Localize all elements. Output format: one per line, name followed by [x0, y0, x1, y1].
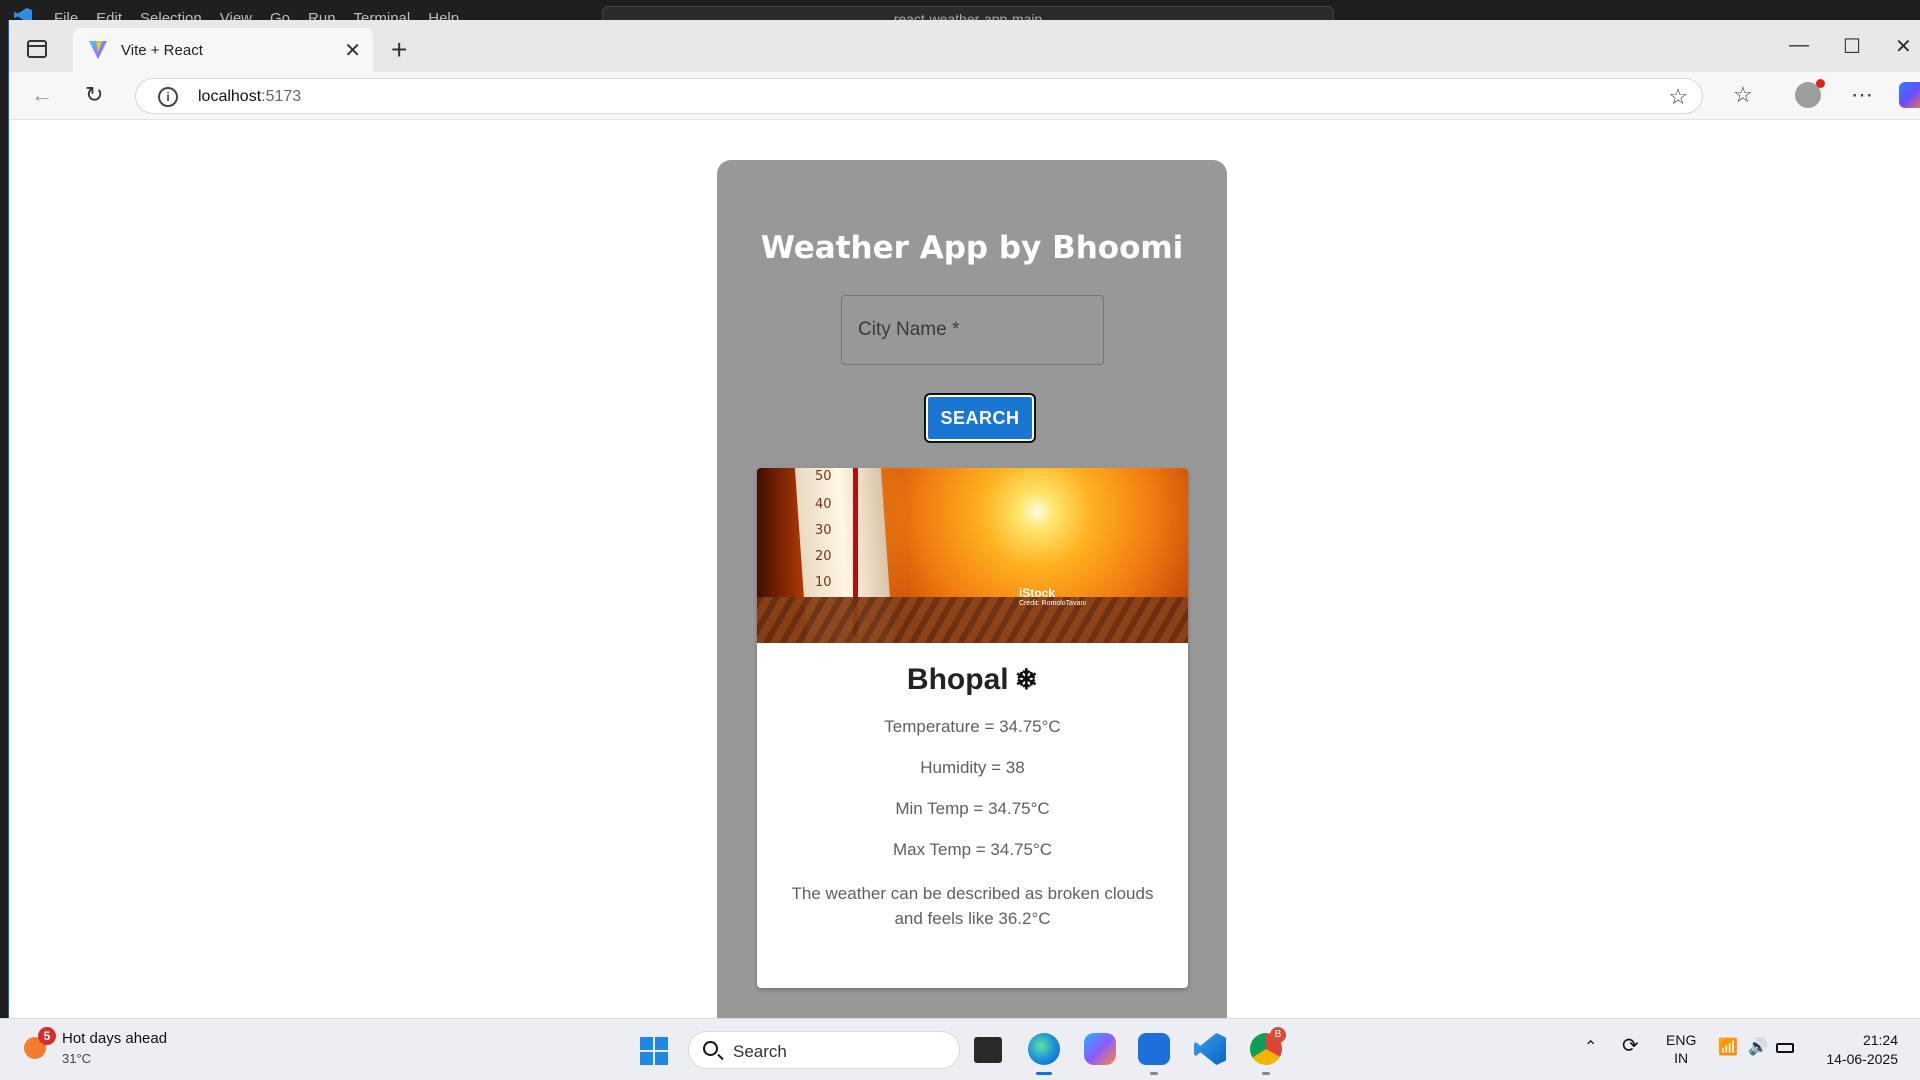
- page-viewport: Weather App by Bhoomi SEARCH 50 40 30 20…: [9, 120, 1920, 1018]
- browser-tab[interactable]: Vite + React ✕: [73, 28, 373, 72]
- taskbar: 5 Hot days ahead 31°C Search B ⌃ ⟳ ENG I…: [0, 1018, 1920, 1080]
- app-title: Weather App by Bhoomi: [760, 230, 1184, 266]
- wifi-icon[interactable]: 📶: [1718, 1037, 1738, 1057]
- close-window-button[interactable]: ✕: [1895, 34, 1912, 59]
- thermometer-tick: 10: [815, 575, 832, 590]
- copilot-app-icon[interactable]: [1084, 1033, 1116, 1065]
- vscode-taskbar-icon[interactable]: [1194, 1033, 1226, 1065]
- task-view-icon[interactable]: [974, 1037, 1002, 1063]
- min-temp-text: Min Temp = 34.75°C: [895, 799, 1050, 818]
- favorites-icon[interactable]: ☆: [1733, 82, 1753, 108]
- input-language[interactable]: ENG IN: [1666, 1031, 1696, 1067]
- chat-app-icon[interactable]: [1138, 1033, 1170, 1075]
- tab-actions-icon[interactable]: [27, 40, 47, 58]
- cracked-ground-graphic: [757, 597, 1188, 643]
- clock[interactable]: 21:24 14-06-2025: [1820, 1031, 1898, 1069]
- tab-strip: Vite + React ✕ + — ☐ ✕: [9, 20, 1920, 72]
- minimize-button[interactable]: —: [1789, 34, 1809, 57]
- copilot-icon[interactable]: [1899, 82, 1920, 108]
- city-name-field[interactable]: [841, 295, 1104, 365]
- windows-start-icon[interactable]: [640, 1037, 668, 1065]
- refresh-icon[interactable]: ↻: [85, 82, 103, 108]
- chrome-profile-badge: B: [1270, 1027, 1286, 1043]
- weather-badge: 5: [38, 1027, 56, 1045]
- city-heading: Bhopal ❄: [757, 663, 1188, 697]
- address-bar[interactable]: i localhost:5173 ☆: [135, 78, 1703, 114]
- chrome-icon[interactable]: B: [1250, 1027, 1286, 1075]
- snowflake-icon: ❄: [1014, 664, 1039, 695]
- taskbar-search[interactable]: Search: [688, 1031, 960, 1069]
- humidity-text: Humidity = 38: [920, 758, 1025, 777]
- weather-headline: Hot days ahead: [62, 1030, 168, 1047]
- weather-app-panel: Weather App by Bhoomi SEARCH 50 40 30 20…: [717, 160, 1227, 1018]
- max-temp-text: Max Temp = 34.75°C: [892, 840, 1053, 859]
- tab-close-button[interactable]: ✕: [344, 38, 361, 63]
- thermometer-tick: 30: [815, 523, 832, 538]
- edge-browser-icon[interactable]: [1028, 1033, 1060, 1075]
- browser-toolbar: ← ↻ i localhost:5173 ☆ ☆ ⋯: [9, 72, 1920, 120]
- back-arrow-icon[interactable]: ←: [31, 82, 53, 108]
- battery-icon[interactable]: [1776, 1043, 1794, 1053]
- taskbar-weather-widget[interactable]: 5 Hot days ahead 31°C: [24, 1027, 168, 1069]
- weather-temperature: 31°C: [62, 1051, 92, 1066]
- favorite-star-icon[interactable]: ☆: [1668, 84, 1688, 110]
- weather-sun-icon: 5: [24, 1027, 56, 1059]
- maximize-button[interactable]: ☐: [1843, 34, 1861, 59]
- vite-favicon-icon: [89, 41, 107, 59]
- clock-date: 14-06-2025: [1826, 1051, 1898, 1067]
- city-name: Bhopal: [906, 663, 1009, 696]
- hot-weather-image: 50 40 30 20 10 0 iStock Credit: RomoloTa…: [757, 468, 1188, 643]
- thermometer-tick: 40: [815, 497, 832, 512]
- vscode-title-bar: File Edit Selection View Go Run Terminal…: [0, 0, 1920, 27]
- clock-time: 21:24: [1862, 1032, 1898, 1048]
- search-icon: [703, 1041, 718, 1056]
- tab-title: Vite + React: [121, 41, 203, 59]
- city-name-input[interactable]: [842, 296, 1103, 364]
- show-hidden-icons-chevron-icon[interactable]: ⌃: [1584, 1037, 1597, 1057]
- sync-icon[interactable]: ⟳: [1622, 1033, 1639, 1058]
- temperature-text: Temperature = 34.75°C: [884, 717, 1061, 736]
- address-url: localhost:5173: [198, 88, 302, 105]
- thermometer-tick: 50: [815, 469, 832, 484]
- search-button[interactable]: SEARCH: [924, 393, 1036, 443]
- weather-description: The weather can be described as broken c…: [791, 884, 1154, 928]
- thermometer-tick: 20: [815, 549, 832, 564]
- browser-window: Vite + React ✕ + — ☐ ✕ ← ↻ i localhost:5…: [8, 20, 1920, 1018]
- volume-icon[interactable]: 🔊: [1748, 1037, 1768, 1057]
- site-info-icon[interactable]: i: [158, 87, 178, 107]
- more-options-icon[interactable]: ⋯: [1851, 82, 1873, 108]
- profile-avatar[interactable]: [1795, 79, 1825, 108]
- taskbar-search-label: Search: [733, 1042, 787, 1061]
- istock-watermark: iStock Credit: RomoloTavani: [1019, 586, 1086, 607]
- new-tab-button[interactable]: +: [391, 34, 407, 66]
- weather-card: 50 40 30 20 10 0 iStock Credit: RomoloTa…: [757, 468, 1188, 988]
